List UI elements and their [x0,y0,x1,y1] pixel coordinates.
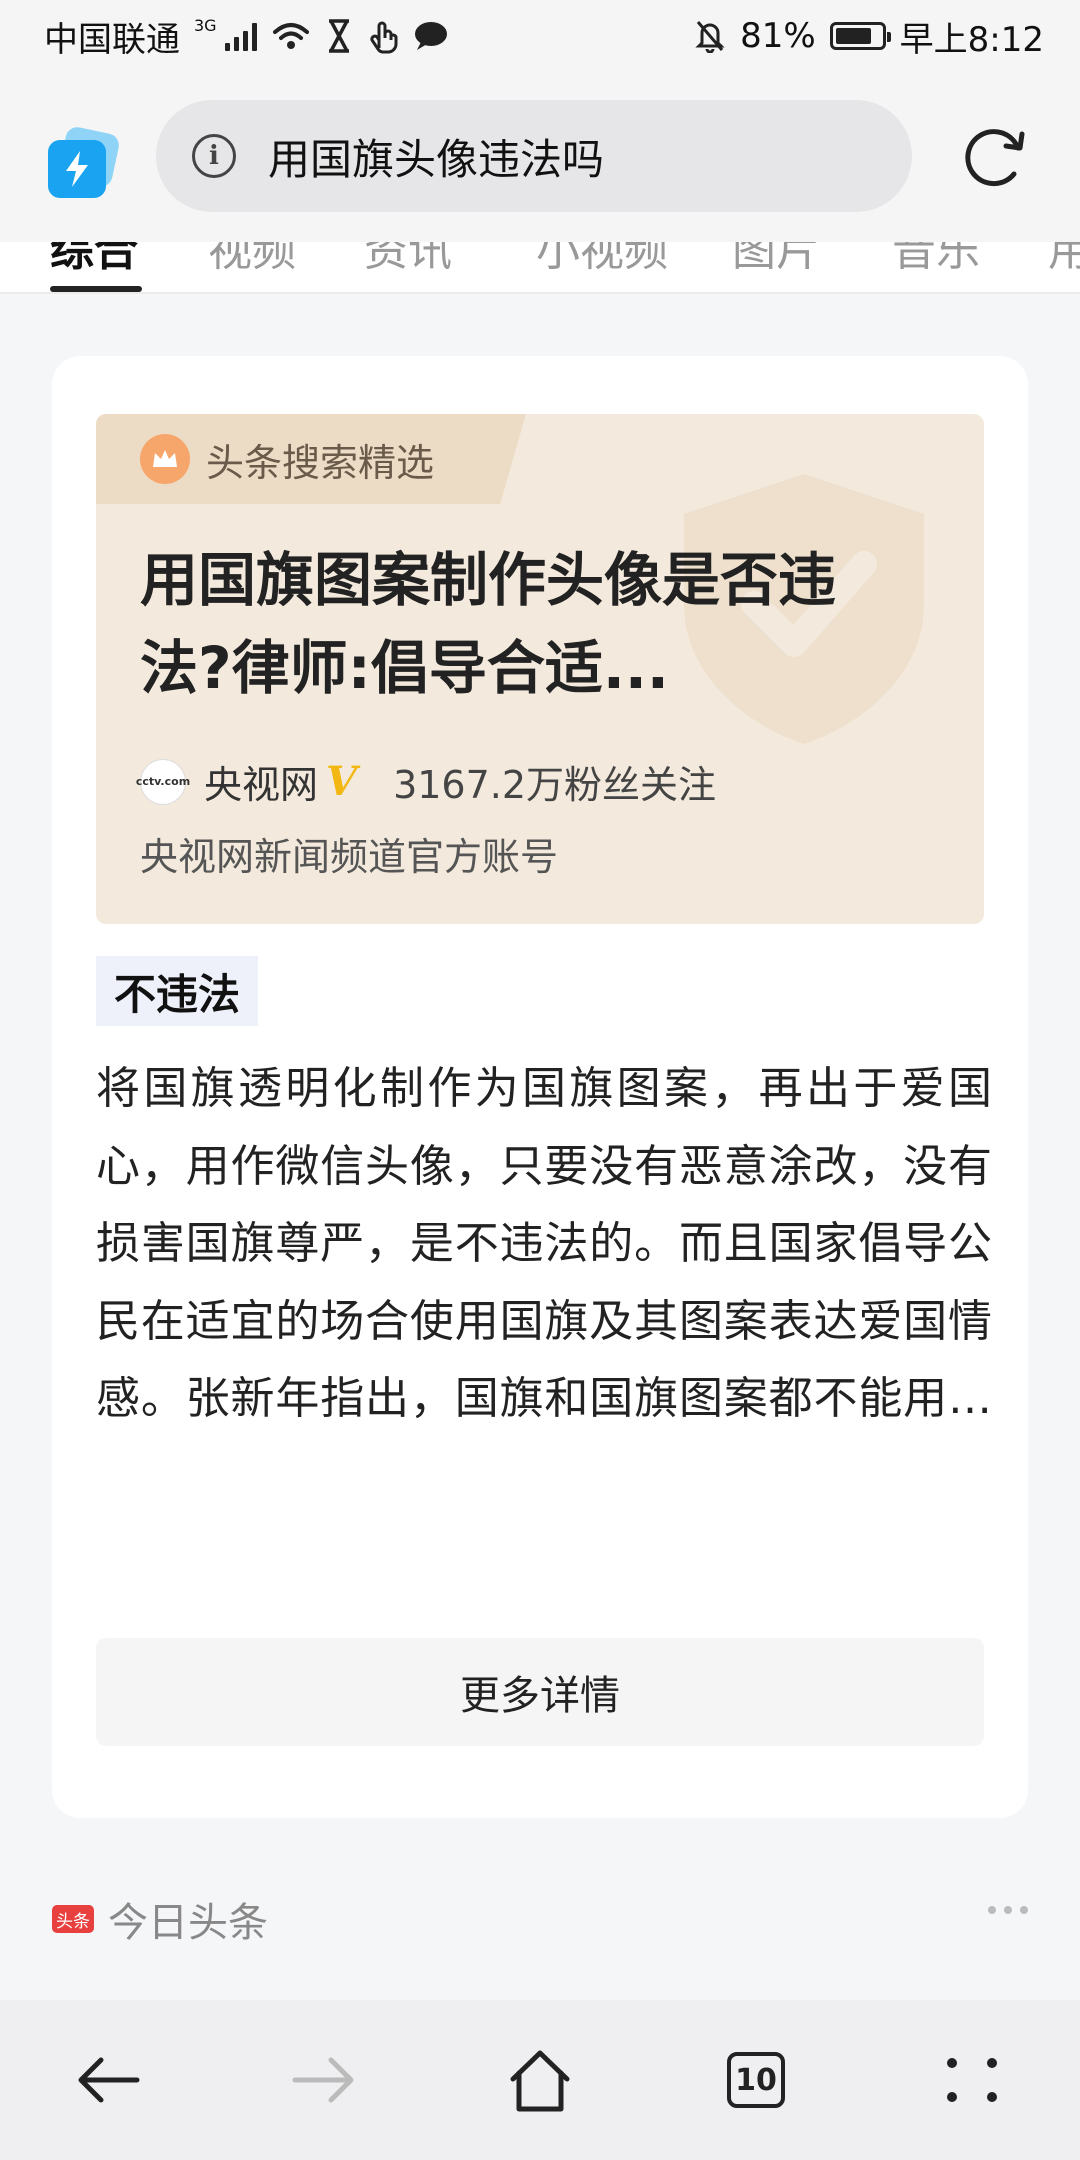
answer-body[interactable]: 将国旗透明化制作为国旗图案，再出于爱国心，用作微信头像，只要没有恶意涂改，没有损… [96,1050,992,1438]
toutiao-logo-icon: 头条 [52,1905,94,1933]
result-source-name: 今日头条 [108,1900,268,1946]
article-title[interactable]: 用国旗图案制作头像是否违法?律师:倡导合适... [140,536,920,712]
menu-button[interactable] [922,2030,1022,2130]
chat-bubble-icon [414,22,447,50]
tab-images[interactable]: 图片 [732,242,820,278]
arrow-right-icon [292,2057,354,2103]
source-description: 央视网新闻频道官方账号 [140,835,559,879]
forward-button[interactable] [274,2030,374,2130]
bottom-navigation: 10 [0,2000,1080,2160]
home-icon [510,2050,570,2112]
answer-tag: 不违法 [96,956,259,1026]
featured-banner[interactable]: 头条搜索精选 用国旗图案制作头像是否违法?律师:倡导合适... cctv.com… [96,414,984,924]
home-button[interactable] [490,2030,590,2130]
more-details-button[interactable]: 更多详情 [96,1638,984,1746]
refresh-icon[interactable] [956,118,1032,194]
status-bar: 中国联通 3G 81% 早上8:12 [0,0,1080,72]
arrow-left-icon [78,2057,140,2103]
signal-icon [224,21,257,51]
battery-icon [829,22,891,50]
status-right: 81% 早上8:12 [694,12,1044,61]
touch-icon [369,21,398,54]
status-left: 中国联通 3G [44,12,449,61]
source-avatar[interactable]: cctv.com [136,758,190,805]
wifi-icon [272,23,309,49]
tab-all[interactable]: 综合 [50,242,138,278]
source-row: cctv.com 央视网 V 3167.2万粉丝关注 [136,754,717,809]
result-source[interactable]: 头条 今日头条 [52,1890,268,1948]
verified-badge: V [326,758,358,805]
featured-badge-label: 头条搜索精选 [206,440,435,485]
tab-news[interactable]: 资讯 [364,242,452,278]
tab-count: 10 [727,2052,785,2108]
tab-active-indicator [50,286,142,292]
back-button[interactable] [58,2030,158,2130]
tab-music[interactable]: 音乐 [892,242,980,278]
address-text[interactable]: 用国旗头像违法吗 [268,126,604,187]
browser-toolbar: i 用国旗头像违法吗 [0,72,1080,242]
info-icon[interactable]: i [192,134,236,178]
mute-bell-icon [695,21,725,53]
menu-dots-icon [947,2058,997,2102]
tab-video[interactable]: 视频 [208,242,296,278]
source-name[interactable]: 央视网 [204,754,318,809]
tab-short-video[interactable]: 小视频 [536,242,668,278]
tabs-button[interactable]: 10 [706,2030,806,2130]
featured-badge: 头条搜索精选 [96,414,526,504]
carrier-label: 中国联通 [44,19,180,60]
battery-level [835,28,872,44]
battery-percent: 81% [740,16,816,56]
browser-logo-icon[interactable] [48,124,122,200]
crown-icon [140,434,190,484]
follower-count: 3167.2万粉丝关注 [393,763,717,807]
hourglass-icon [328,19,349,53]
clock: 早上8:12 [899,19,1044,60]
network-type: 3G [194,15,217,35]
featured-answer-card: 头条搜索精选 用国旗图案制作头像是否违法?律师:倡导合适... cctv.com… [52,356,1028,1818]
search-tabs: 综合 视频 资讯 小视频 图片 音乐 用 [0,242,1080,294]
address-bar[interactable]: i 用国旗头像违法吗 [156,100,912,212]
more-options-icon[interactable] [988,1906,1028,1914]
tab-more[interactable]: 用 [1048,242,1080,278]
